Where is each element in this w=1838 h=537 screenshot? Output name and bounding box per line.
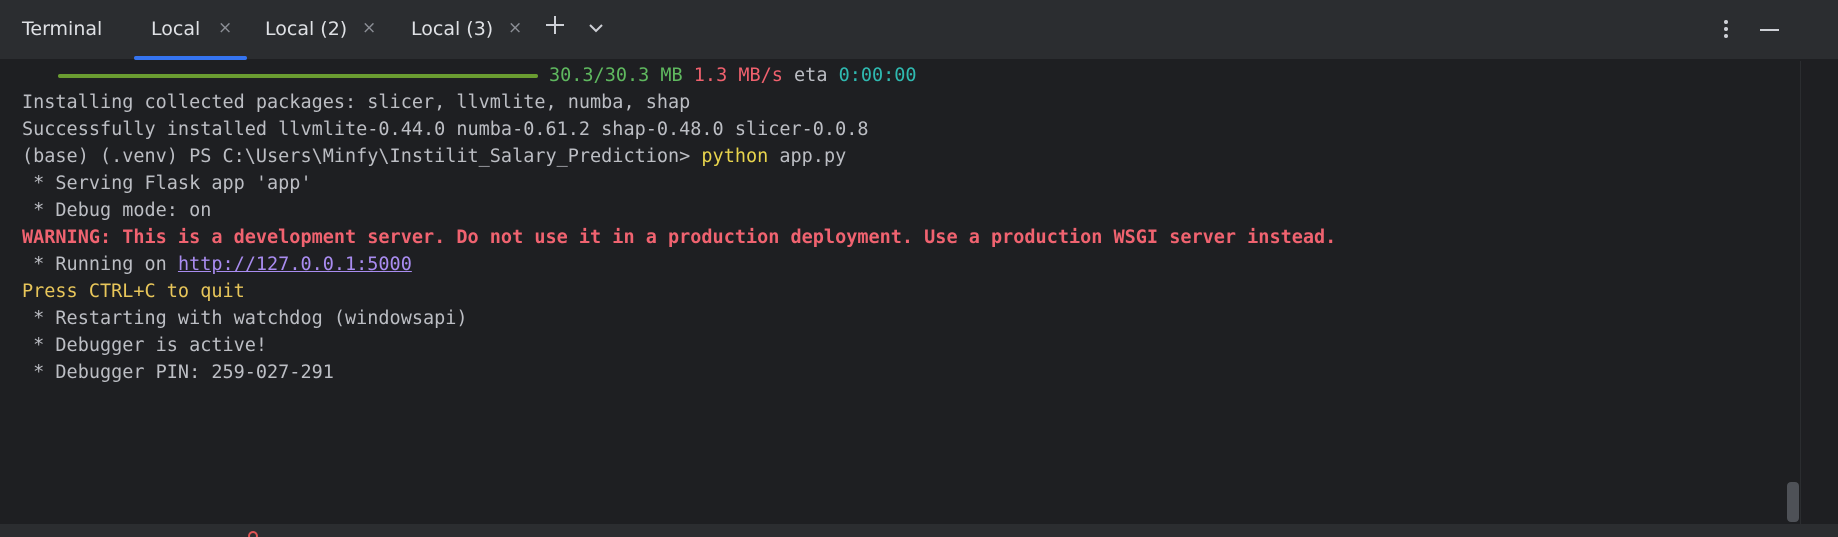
output-line: Press CTRL+C to quit [22,281,245,302]
plus-icon[interactable] [544,14,566,41]
progress-info: 30.3/30.3 MB 1.3 MB/s eta 0:00:00 [549,62,917,89]
close-icon[interactable]: × [508,18,522,38]
close-icon[interactable]: × [218,18,232,38]
bottom-status-strip [0,524,1838,537]
error-indicator-icon [248,531,258,537]
progress-eta-value: 0:00:00 [838,65,917,86]
tab-label: Local (3) [411,18,494,40]
tab-local-3[interactable]: Local (3) × [408,0,534,60]
prompt-command: python [701,146,769,167]
chevron-down-icon[interactable] [587,20,605,39]
progress-speed: 1.3 MB/s [693,65,783,86]
prompt-args: app.py [768,146,847,167]
output-line: * Debug mode: on [22,200,212,221]
tab-label: Local [151,18,201,40]
tab-local-2[interactable]: Local (2) × [262,0,388,60]
running-line: * Running on http://127.0.0.1:5000 [22,251,412,278]
terminal-output[interactable]: 30.3/30.3 MB 1.3 MB/s eta 0:00:00 Instal… [0,61,1786,524]
output-line: * Restarting with watchdog (windowsapi) [22,308,468,329]
close-icon[interactable]: × [362,18,376,38]
output-line: Installing collected packages: slicer, l… [22,92,691,113]
warning-line: WARNING: This is a development server. D… [22,227,1337,248]
kebab-menu-icon[interactable] [1722,18,1730,44]
tab-label: Local (2) [265,18,348,40]
progress-eta-label: eta [794,65,828,86]
terminal-tool-header: Terminal Local × Local (2) × Local (3) × [0,0,1838,60]
output-line: * Serving Flask app 'app' [22,173,312,194]
right-gutter [1800,61,1838,524]
minimize-icon[interactable] [1760,29,1779,31]
vertical-scrollbar[interactable] [1786,61,1800,524]
prompt-line: (base) (.venv) PS C:\Users\Minfy\Instili… [22,143,846,170]
output-line: Successfully installed llvmlite-0.44.0 n… [22,119,869,140]
download-progress-bar [58,74,538,78]
running-prefix: * Running on [22,254,178,275]
output-line: * Debugger is active! [22,335,268,356]
server-url-link[interactable]: http://127.0.0.1:5000 [178,254,412,275]
tool-window-title: Terminal [22,18,103,40]
prompt-text: (base) (.venv) PS C:\Users\Minfy\Instili… [22,146,702,167]
tab-local[interactable]: Local × [134,0,247,60]
output-line: * Debugger PIN: 259-027-291 [22,362,334,383]
active-tab-indicator [134,56,247,60]
progress-size: 30.3/30.3 MB [549,65,683,86]
scrollbar-thumb[interactable] [1787,482,1799,522]
